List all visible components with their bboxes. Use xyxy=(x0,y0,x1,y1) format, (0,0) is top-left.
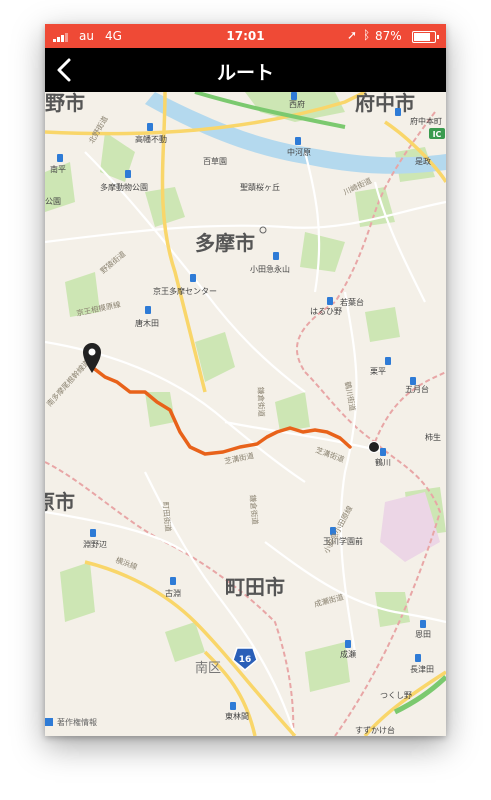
station-koremasa: 是政 xyxy=(415,156,431,166)
station-satsukidai: 五月台 xyxy=(405,384,429,394)
station-onda: 恩田 xyxy=(415,630,431,639)
end-point-marker xyxy=(368,441,380,453)
battery-percent: 87% xyxy=(375,29,402,43)
city-label-tama: 多摩市 xyxy=(195,231,255,255)
station-fuchu-honmachi: 府中本町 xyxy=(410,116,442,126)
station-yakumo-en: 百草園 xyxy=(203,156,227,166)
station-higashi-rinkan: 東林間 xyxy=(225,711,249,721)
station-minamidaira: 南平 xyxy=(50,164,66,174)
city-label-sagamihara: 原市 xyxy=(45,490,75,514)
station-haruhino: はるひ野 xyxy=(310,307,342,316)
battery-fill xyxy=(414,33,430,41)
station-tsurukawa: 鶴川 xyxy=(375,457,391,467)
station-seiseki-sakuragaoka: 聖蹟桜ヶ丘 xyxy=(240,182,280,192)
station-kurihira: 栗平 xyxy=(370,367,386,376)
location-arrow-icon: ➚ xyxy=(347,28,358,42)
bluetooth-icon: ᛒ xyxy=(363,28,371,42)
station-odakyu-nagayama: 小田急永山 xyxy=(250,264,290,274)
city-label-fuchu: 府中市 xyxy=(355,92,415,115)
copyright-info[interactable]: 著作権情報 xyxy=(45,717,97,727)
station-takahata-fudo: 高幡不動 xyxy=(135,134,167,144)
city-label-hino: 野市 xyxy=(45,92,85,115)
station-keio-tama-center: 京王多摩センター xyxy=(153,286,217,296)
status-bar: au 4G 17:01 ➚ ᛒ 87% xyxy=(45,24,446,48)
battery-icon xyxy=(412,31,439,43)
station-wakabadai: 若葉台 xyxy=(340,297,364,307)
svg-text:鎌倉街道: 鎌倉街道 xyxy=(256,387,267,418)
station-kakio: 柿生 xyxy=(425,432,441,442)
station-naruse: 成瀬 xyxy=(340,649,356,659)
city-label-machida: 町田市 xyxy=(225,575,285,599)
station-fuchinobe: 淵野辺 xyxy=(83,539,107,549)
station-karakida: 唐木田 xyxy=(135,318,159,328)
station-tama-dobutsu-koen: 多摩動物公園 xyxy=(100,182,148,192)
station-nishifu: 西府 xyxy=(289,99,305,109)
station-nagatsuta: 長津田 xyxy=(410,664,434,674)
ic-badge: IC xyxy=(429,128,445,139)
phone-screen: au 4G 17:01 ➚ ᛒ 87% ルート 16 IC 多摩市 町田市 府中… xyxy=(45,24,446,736)
route-number-label: 16 xyxy=(239,655,252,665)
map-canvas[interactable]: 16 IC 多摩市 町田市 府中市 野市 原市 南区 高幡不動 多摩動物公園 南… xyxy=(45,92,446,736)
svg-text:著作権情報[interactable]: 著作権情報 xyxy=(57,717,97,727)
station-nakagawara: 中河原 xyxy=(287,147,311,157)
route-map[interactable]: 16 IC 多摩市 町田市 府中市 野市 原市 南区 高幡不動 多摩動物公園 南… xyxy=(45,92,446,736)
station-suzukakedai: すずかけ台 xyxy=(355,725,395,735)
navigation-bar: ルート xyxy=(45,48,446,92)
page-title: ルート xyxy=(216,62,274,84)
district-label-minami: 南区 xyxy=(195,660,221,676)
svg-text:IC: IC xyxy=(433,130,442,139)
station-chuo-kouen: 公園 xyxy=(45,197,61,206)
station-kobuchi: 古淵 xyxy=(165,588,181,598)
station-tsukushino: つくし野 xyxy=(380,691,412,700)
